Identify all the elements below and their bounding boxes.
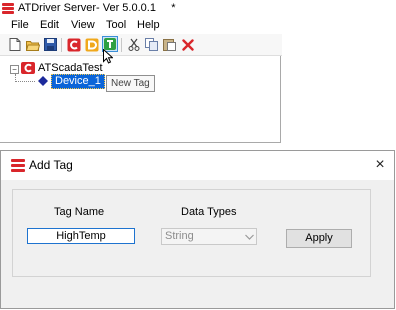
close-icon[interactable]: ×	[371, 156, 389, 174]
toolbar	[0, 34, 282, 56]
menu-edit[interactable]: Edit	[40, 19, 59, 31]
data-types-label: Data Types	[181, 206, 237, 218]
dialog-title: Add Tag	[29, 158, 73, 172]
window-title: ATDriver Server- Ver 5.0.0.1 *	[18, 2, 176, 14]
device-icon	[38, 76, 48, 86]
channel-icon	[21, 62, 35, 74]
copy-icon[interactable]	[144, 37, 159, 52]
menu-file[interactable]: File	[11, 19, 29, 31]
tag-name-input[interactable]	[27, 228, 135, 244]
tree-item-device[interactable]: Device_1	[51, 74, 105, 89]
dialog-title-bar: Add Tag ×	[1, 151, 394, 180]
toolbar-separator	[121, 38, 122, 52]
toolbar-separator	[61, 38, 62, 52]
new-file-icon[interactable]	[7, 37, 22, 52]
tree-connector	[15, 81, 35, 82]
title-bar: ATDriver Server- Ver 5.0.0.1 *	[0, 0, 282, 17]
add-tag-dialog: Add Tag × Tag Name Data Types String App…	[0, 150, 395, 309]
apply-button[interactable]: Apply	[286, 229, 352, 248]
tag-name-label: Tag Name	[54, 206, 105, 218]
collapse-toggle-icon[interactable]: −	[10, 65, 19, 74]
tag-tree: − ATScadaTest Device_1	[0, 56, 281, 143]
data-type-value: String	[165, 230, 194, 242]
menu-tool[interactable]: Tool	[106, 19, 126, 31]
main-window: ATDriver Server- Ver 5.0.0.1 * File Edit…	[0, 0, 282, 143]
tooltip: New Tag	[106, 75, 155, 92]
menu-help[interactable]: Help	[137, 19, 160, 31]
app-logo-icon	[11, 159, 25, 172]
save-icon[interactable]	[43, 37, 58, 52]
menu-view[interactable]: View	[71, 19, 95, 31]
cut-icon[interactable]	[126, 37, 141, 52]
data-type-select[interactable]: String	[161, 228, 257, 245]
app-logo-icon	[2, 3, 14, 14]
add-channel-icon[interactable]	[66, 37, 81, 52]
menu-bar: File Edit View Tool Help	[0, 17, 282, 34]
open-folder-icon[interactable]	[25, 37, 40, 52]
paste-icon[interactable]	[162, 37, 177, 52]
add-device-icon[interactable]	[84, 37, 99, 52]
delete-icon[interactable]	[180, 37, 195, 52]
mouse-cursor-icon	[103, 49, 113, 64]
chevron-down-icon	[244, 229, 255, 246]
tree-item-root[interactable]: ATScadaTest	[38, 62, 103, 74]
